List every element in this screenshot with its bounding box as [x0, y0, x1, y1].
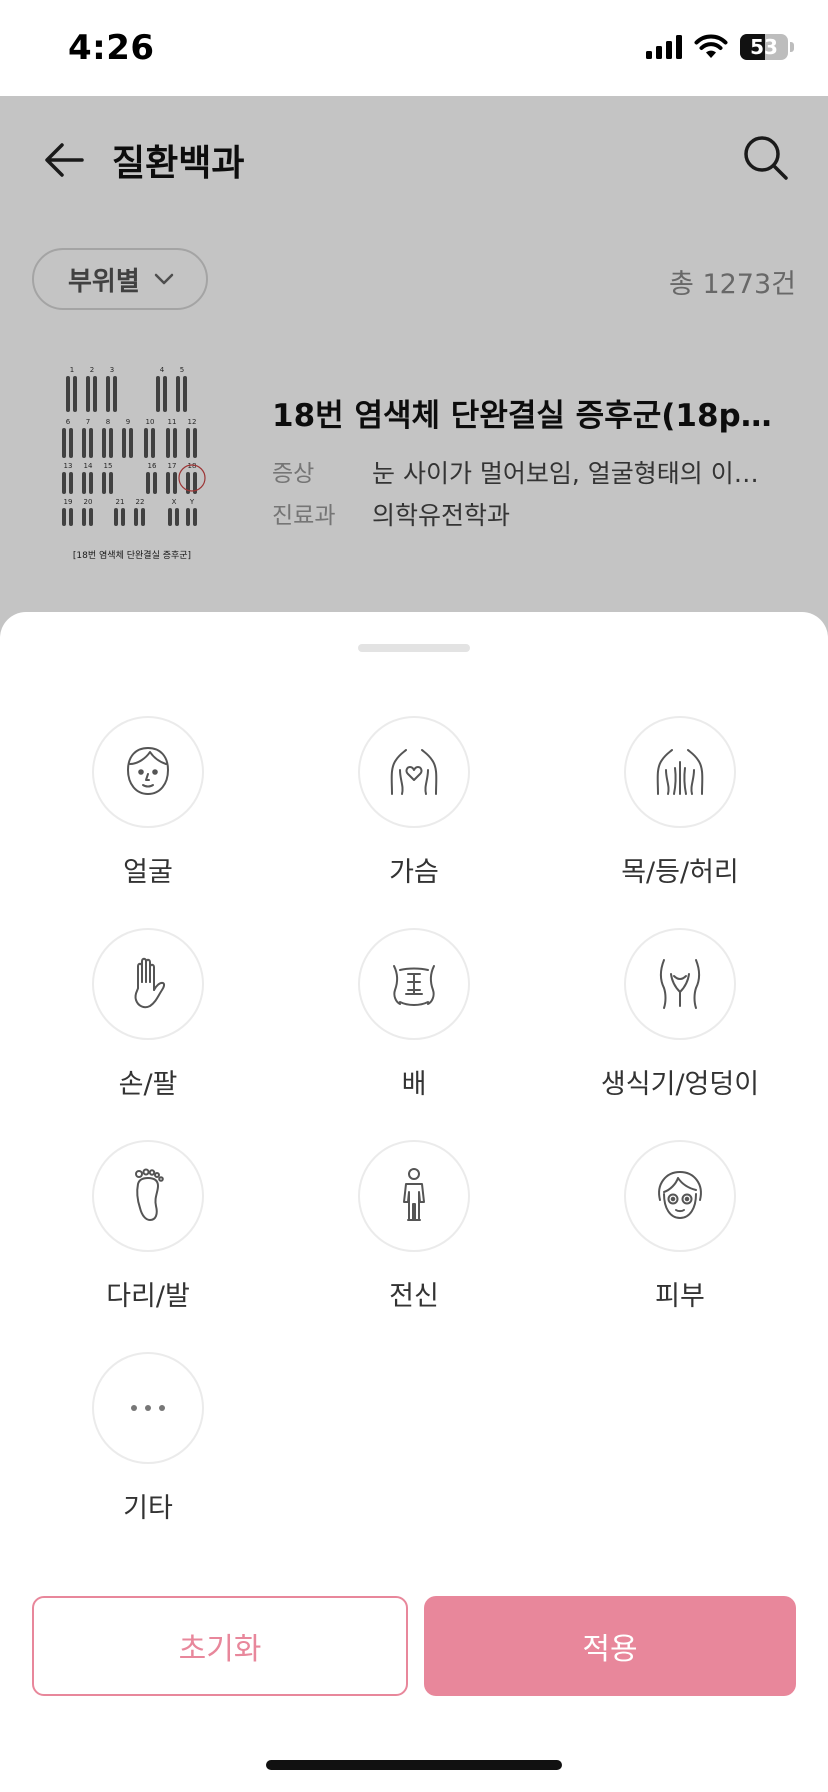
battery-text: 53 — [750, 35, 778, 59]
category-neck-back-waist[interactable]: 목/등/허리 — [570, 716, 790, 889]
battery-icon: 53 — [740, 34, 788, 60]
chest-icon — [390, 749, 438, 795]
category-leg-foot[interactable]: 다리/발 — [38, 1140, 258, 1313]
category-icon-circle — [358, 928, 470, 1040]
status-bar: 4:26 53 — [0, 0, 828, 96]
category-icon-circle — [624, 928, 736, 1040]
category-other[interactable]: 기타 — [38, 1352, 258, 1525]
category-genital-hip[interactable]: 생식기/엉덩이 — [570, 928, 790, 1101]
wifi-icon — [694, 34, 728, 58]
belly-icon — [393, 965, 435, 1006]
back-icon — [656, 749, 704, 795]
battery-tip — [790, 42, 794, 52]
category-icon-circle — [358, 716, 470, 828]
category-label: 얼굴 — [123, 857, 173, 888]
category-label: 생식기/엉덩이 — [600, 1069, 760, 1100]
category-label: 목/등/허리 — [621, 857, 739, 888]
category-label: 가슴 — [389, 857, 439, 888]
category-icon-circle — [624, 1140, 736, 1252]
foot-icon — [135, 1168, 164, 1221]
sheet-action-row: 초기화 적용 — [32, 1596, 796, 1696]
category-icon-circle — [358, 1140, 470, 1252]
category-label: 피부 — [655, 1281, 705, 1312]
category-chest[interactable]: 가슴 — [304, 716, 524, 889]
category-label: 기타 — [123, 1493, 173, 1524]
whole-body-icon — [403, 1168, 425, 1221]
status-time: 4:26 — [68, 28, 155, 68]
category-face[interactable]: 얼굴 — [38, 716, 258, 889]
skin-icon — [658, 1171, 702, 1219]
category-label: 손/팔 — [118, 1069, 178, 1100]
status-icons: 53 — [646, 34, 794, 60]
category-belly[interactable]: 배 — [304, 928, 524, 1101]
category-icon-circle — [624, 716, 736, 828]
apply-button[interactable]: 적용 — [424, 1596, 796, 1696]
category-icon-circle — [92, 1352, 204, 1464]
category-icon-circle — [92, 928, 204, 1040]
category-label: 배 — [401, 1069, 427, 1100]
category-whole-body[interactable]: 전신 — [304, 1140, 524, 1313]
category-hand-arm[interactable]: 손/팔 — [38, 928, 258, 1101]
hand-icon — [134, 957, 166, 1009]
reset-button[interactable]: 초기화 — [32, 1596, 408, 1696]
pelvis-icon — [660, 959, 700, 1009]
more-icon — [131, 1405, 165, 1411]
face-icon — [127, 747, 169, 795]
category-icon-circle — [92, 1140, 204, 1252]
cellular-signal-icon — [646, 35, 682, 59]
category-label: 다리/발 — [106, 1281, 190, 1312]
category-skin[interactable]: 피부 — [570, 1140, 790, 1313]
body-part-bottom-sheet: 얼굴 가슴 목/등/허리 손/팔 배 생식기/엉덩이 다리/발 전신 피부 기타… — [0, 612, 828, 1792]
category-label: 전신 — [389, 1281, 439, 1312]
sheet-grabber[interactable] — [358, 644, 470, 652]
home-indicator[interactable] — [266, 1760, 562, 1770]
category-icon-circle — [92, 716, 204, 828]
